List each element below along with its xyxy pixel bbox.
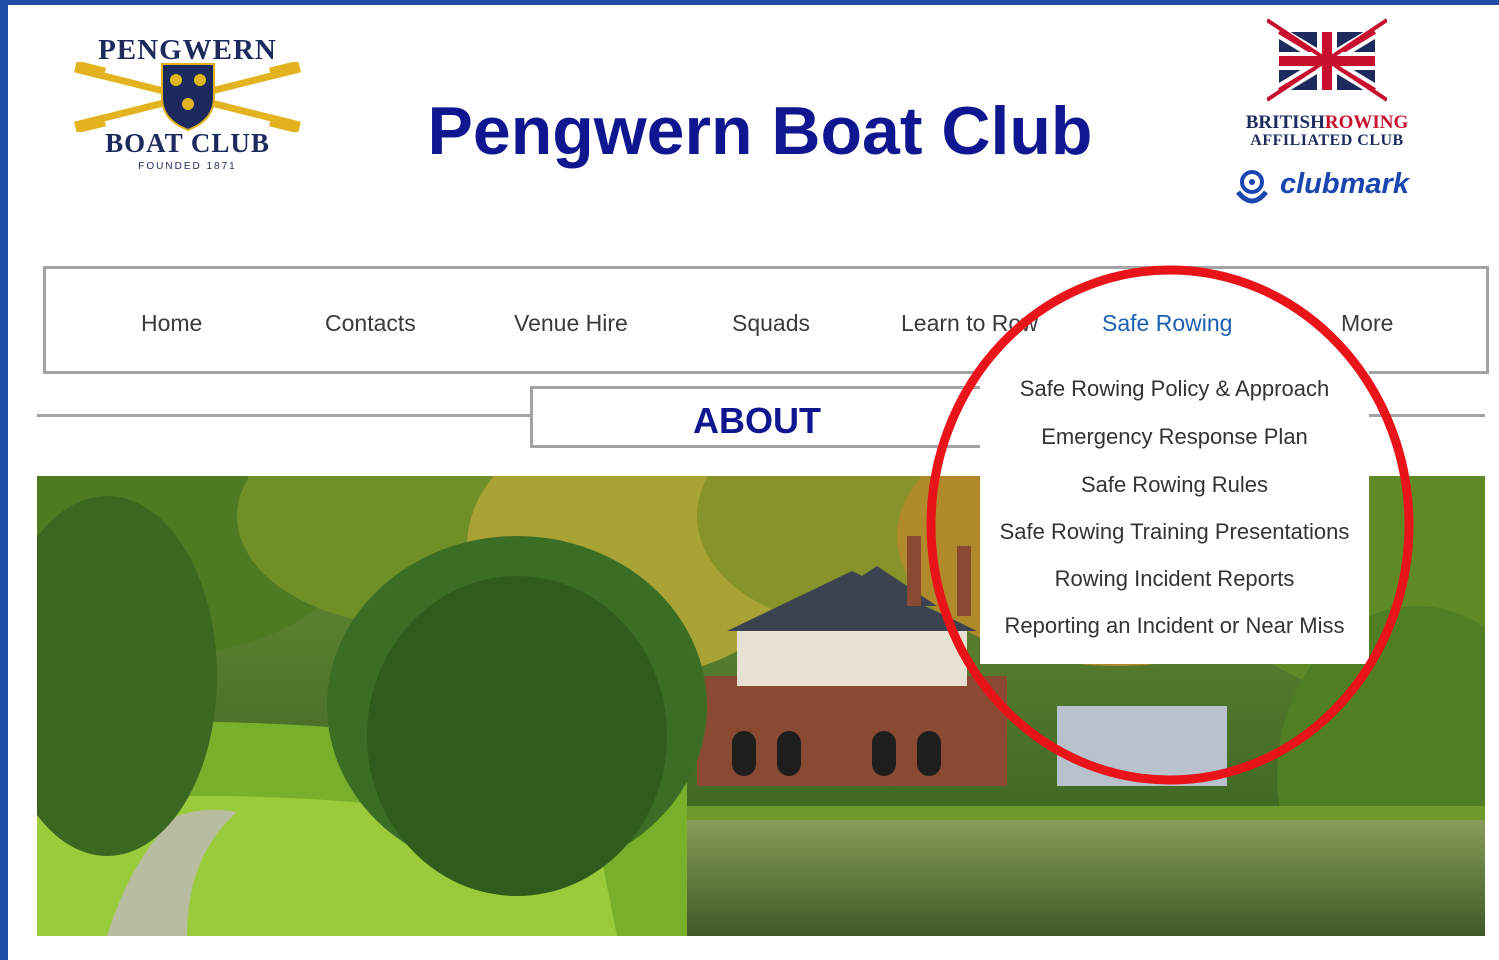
nav-item-home[interactable]: Home bbox=[141, 310, 202, 337]
dropdown-item-policy[interactable]: Safe Rowing Policy & Approach bbox=[980, 376, 1369, 402]
logo-founded-text: FOUNDED 1871 bbox=[138, 161, 237, 172]
nav-item-learn-to-row[interactable]: Learn to Row bbox=[901, 310, 1038, 337]
dropdown-item-incident-reports[interactable]: Rowing Incident Reports bbox=[980, 566, 1369, 592]
logo-bottom-text: BOAT CLUB bbox=[105, 128, 270, 158]
about-heading: ABOUT bbox=[693, 400, 821, 441]
clubmark-logo[interactable]: clubmark bbox=[1232, 168, 1422, 204]
main-nav: Home Contacts Venue Hire Squads Learn to… bbox=[43, 266, 1489, 374]
site-title: Pengwern Boat Club bbox=[427, 93, 1093, 169]
british-rowing-text: BRITISHROWING bbox=[1245, 112, 1409, 133]
nav-item-contacts[interactable]: Contacts bbox=[325, 310, 416, 337]
nav-item-squads[interactable]: Squads bbox=[732, 310, 810, 337]
clubmark-icon bbox=[1236, 170, 1268, 204]
crest-icon bbox=[161, 63, 215, 132]
affiliated-club-text: AFFILIATED CLUB bbox=[1250, 132, 1404, 149]
safe-rowing-dropdown: Safe Rowing Policy & Approach Emergency … bbox=[980, 364, 1369, 664]
union-jack-icon bbox=[1267, 18, 1387, 102]
dropdown-item-training[interactable]: Safe Rowing Training Presentations bbox=[980, 519, 1369, 545]
clubmark-text: clubmark bbox=[1280, 168, 1409, 200]
dropdown-item-rules[interactable]: Safe Rowing Rules bbox=[980, 472, 1369, 498]
window-frame-left bbox=[0, 0, 8, 960]
nav-item-more[interactable]: More bbox=[1341, 310, 1393, 337]
club-logo[interactable]: PENGWERN BOAT CLUB FOUNDED 1871 bbox=[70, 30, 305, 180]
window-frame-top bbox=[0, 0, 1499, 5]
dropdown-item-report-incident[interactable]: Reporting an Incident or Near Miss bbox=[980, 613, 1369, 639]
nav-item-safe-rowing[interactable]: Safe Rowing bbox=[1102, 310, 1232, 337]
dropdown-item-emergency-plan[interactable]: Emergency Response Plan bbox=[980, 424, 1369, 450]
about-heading-box: ABOUT bbox=[530, 386, 984, 448]
nav-item-venue-hire[interactable]: Venue Hire bbox=[514, 310, 628, 337]
